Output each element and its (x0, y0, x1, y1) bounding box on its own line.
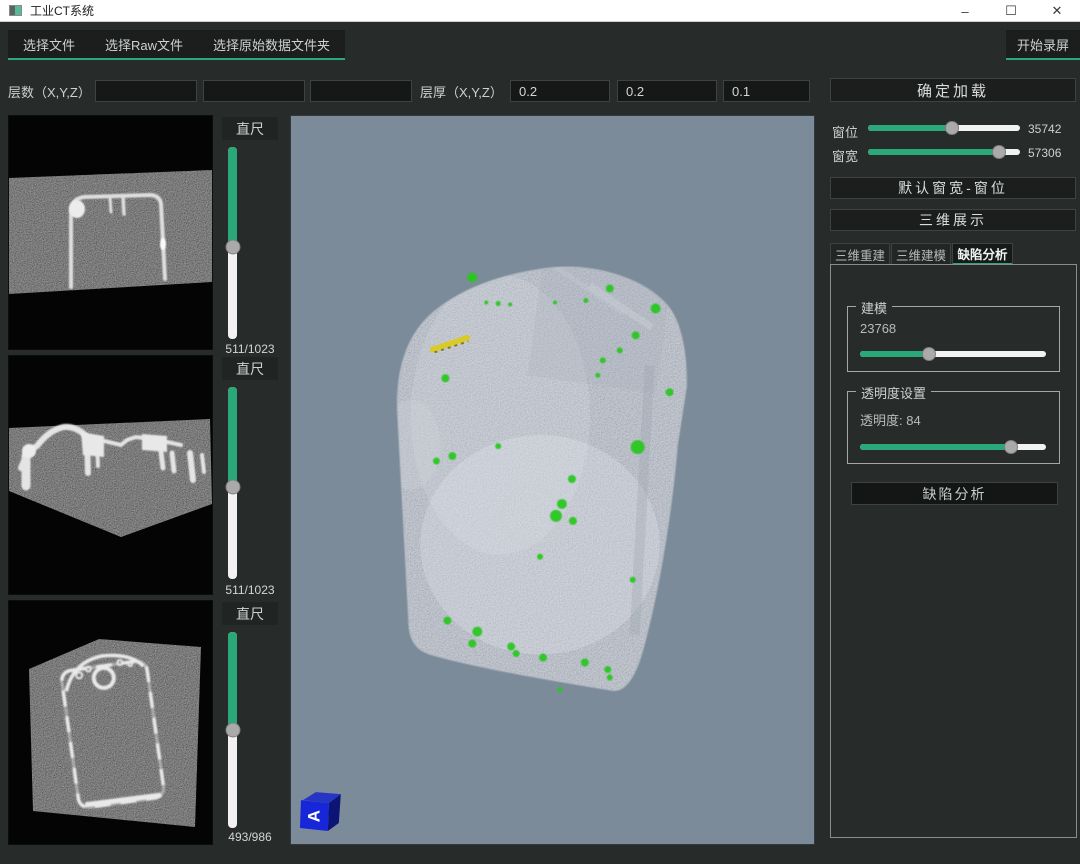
select-raw-file-button[interactable]: 选择Raw文件 (90, 30, 198, 58)
layers-x-input[interactable] (95, 80, 197, 102)
window-level-value: 35742 (1028, 122, 1078, 136)
3d-render: A (291, 116, 814, 844)
modeling-value: 23768 (860, 321, 896, 336)
default-window-button[interactable]: 默认窗宽-窗位 (830, 177, 1076, 199)
transparency-group: 透明度设置 透明度: 84 (847, 391, 1060, 464)
app-surface: 选择文件 选择Raw文件 选择原始数据文件夹 开始录屏 层数（X,Y,Z） 层厚… (0, 22, 1080, 864)
window-width-handle[interactable] (992, 145, 1006, 159)
slice-view-bottom[interactable] (8, 600, 213, 845)
transparency-group-title: 透明度设置 (856, 383, 931, 402)
window-title: 工业CT系统 (30, 2, 94, 19)
slice-slider-1[interactable] (228, 147, 237, 339)
modeling-slider-handle[interactable] (922, 347, 936, 361)
select-file-button[interactable]: 选择文件 (8, 30, 90, 58)
modeling-group: 建模 23768 (847, 306, 1060, 372)
tab-3d-modeling[interactable]: 三维建模 (891, 243, 951, 265)
ruler-button-1[interactable]: 直尺 (222, 117, 278, 140)
slice-value-2: 511/1023 (214, 583, 286, 597)
slice-slider-handle-1[interactable] (225, 239, 240, 254)
layers-y-input[interactable] (203, 80, 305, 102)
layers-z-input[interactable] (310, 80, 412, 102)
tab-3d-reconstruction[interactable]: 三维重建 (830, 243, 890, 265)
slice-value-3: 493/986 (214, 830, 286, 844)
modeling-group-title: 建模 (856, 298, 892, 317)
display-3d-button[interactable]: 三维展示 (830, 209, 1076, 231)
transparency-value: 透明度: 84 (860, 410, 921, 429)
slice-view-middle[interactable] (8, 355, 213, 595)
maximize-button[interactable]: ☐ (988, 0, 1034, 22)
window-level-label: 窗位 (832, 122, 866, 141)
app-icon (9, 5, 22, 16)
slice-slider-handle-2[interactable] (225, 479, 240, 494)
file-toolbar: 选择文件 选择Raw文件 选择原始数据文件夹 (8, 30, 345, 60)
slice-image-1 (9, 116, 212, 349)
svg-text:A: A (304, 810, 323, 822)
window-width-slider[interactable] (868, 149, 1020, 155)
transparency-slider-handle[interactable] (1004, 440, 1018, 454)
select-raw-data-folder-button[interactable]: 选择原始数据文件夹 (198, 30, 345, 58)
layers-label: 层数（X,Y,Z） (8, 82, 91, 101)
ruler-button-3[interactable]: 直尺 (222, 602, 278, 625)
slice-slider-2[interactable] (228, 387, 237, 579)
window-level-slider[interactable] (868, 125, 1020, 131)
transparency-slider[interactable] (860, 444, 1046, 450)
confirm-load-button[interactable]: 确定加载 (830, 78, 1076, 102)
defect-analysis-panel: 建模 23768 透明度设置 透明度: 84 缺陷分析 (830, 264, 1077, 838)
slice-slider-handle-3[interactable] (225, 723, 240, 738)
titlebar: 工业CT系统 – ☐ ✕ (0, 0, 1080, 22)
modeling-slider[interactable] (860, 351, 1046, 357)
defect-analysis-button[interactable]: 缺陷分析 (851, 482, 1058, 505)
thickness-z-input[interactable] (723, 80, 810, 102)
minimize-button[interactable]: – (942, 0, 988, 22)
slice-slider-3[interactable] (228, 632, 237, 828)
close-button[interactable]: ✕ (1034, 0, 1080, 22)
window-width-value: 57306 (1028, 146, 1078, 160)
ruler-button-2[interactable]: 直尺 (222, 357, 278, 380)
window-width-label: 窗宽 (832, 146, 866, 165)
thickness-label: 层厚（X,Y,Z） (420, 82, 503, 101)
slice-value-1: 511/1023 (214, 342, 286, 356)
window-level-handle[interactable] (945, 121, 959, 135)
start-recording-button[interactable]: 开始录屏 (1006, 30, 1080, 60)
thickness-y-input[interactable] (617, 80, 717, 102)
slice-image-3 (9, 601, 212, 844)
slice-view-top[interactable] (8, 115, 213, 350)
thickness-x-input[interactable] (510, 80, 610, 102)
slice-image-2 (9, 356, 212, 594)
tab-defect-analysis[interactable]: 缺陷分析 (952, 243, 1013, 265)
3d-viewport[interactable]: A (290, 115, 815, 845)
